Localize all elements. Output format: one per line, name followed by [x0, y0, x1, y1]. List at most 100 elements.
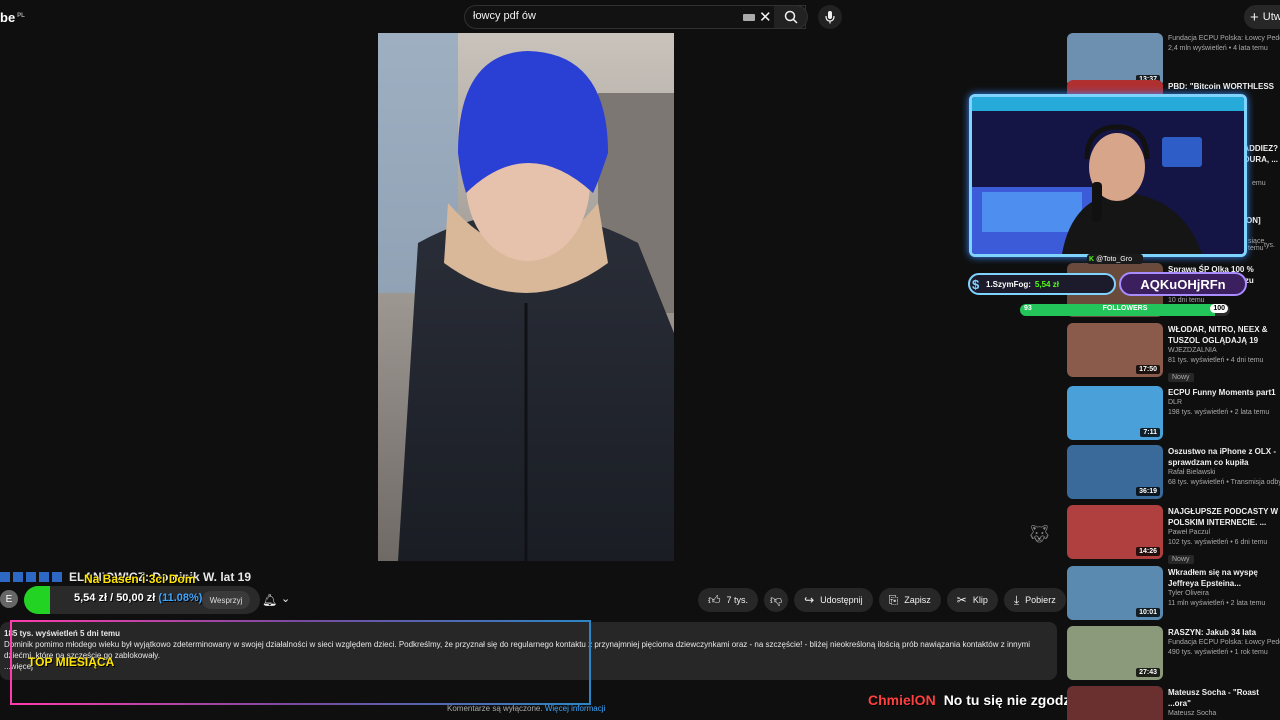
dislike-button[interactable]: 👎︎ [764, 588, 789, 612]
video-title[interactable]: WŁODAR, NITRO, NEEX & TUSZOL OGLĄDAJĄ 19… [1168, 324, 1280, 346]
youtube-logo[interactable]: be PL [0, 10, 25, 25]
overlay-code: AQKuOHjRFn [1119, 272, 1247, 296]
video-meta: 2,4 mln wyświetleń • 4 lata temu [1168, 45, 1268, 52]
partial-meta: tys. [1264, 242, 1275, 249]
share-button[interactable]: ↪ Udostępnij [794, 588, 873, 612]
webcam-frame [972, 97, 1244, 254]
video-title[interactable]: Mateusz Socha - "Roast ...ora" [1168, 687, 1280, 709]
video-meta: 11 mln wyświetleń • 2 lata temu [1168, 600, 1266, 607]
emote-icon [0, 572, 10, 582]
bell-icon[interactable]: 🔔︎ [262, 593, 277, 607]
donation-goal-fill [24, 586, 51, 614]
more-info-link[interactable]: Więcej informacji [545, 704, 605, 713]
recommended-video[interactable]: 17:50 WŁODAR, NITRO, NEEX & TUSZOL OGLĄDA… [1067, 323, 1280, 382]
video-thumbnail[interactable]: 10:01 [1067, 566, 1163, 620]
channel-name[interactable]: Fundacja ECPU Polska: Łowcy Pedofilów [1168, 638, 1280, 648]
recommended-video[interactable]: Mateusz Socha - "Roast ...ora" Mateusz So… [1067, 686, 1280, 720]
video-thumbnail[interactable]: 13:37 [1067, 33, 1163, 87]
voice-search-button[interactable] [818, 5, 842, 29]
streamer-handle: K @Toto_Gro [1087, 254, 1143, 264]
search-box[interactable]: ✕ [464, 5, 806, 29]
video-duration: 10:01 [1136, 608, 1160, 617]
video-duration: 7:11 [1140, 428, 1160, 437]
video-title[interactable]: NAJGŁUPSZE PODCASTY W POLSKIM INTERNECIE… [1168, 506, 1280, 528]
channel-avatar[interactable]: E [0, 590, 18, 608]
video-thumbnail[interactable]: 7:11 [1067, 386, 1163, 440]
support-button[interactable]: Wesprzyj [202, 591, 250, 609]
video-info: Fundacja ECPU Polska: Łowcy Pedofilów2,4… [1168, 34, 1280, 54]
video-meta: 490 tys. wyświetleń • 1 rok temu [1168, 649, 1268, 656]
video-title[interactable]: Wkradłem się na wyspę Jeffreya Epsteina.… [1168, 567, 1280, 589]
emote-icon [52, 572, 62, 582]
donation-goal-amount: 5,54 zł / 50,00 zł (11.08%) [74, 592, 203, 604]
download-icon: ⤓ [1013, 592, 1020, 607]
video-info: ECPU Funny Moments part1 DLR 198 tys. wyśw… [1168, 387, 1280, 418]
scissors-icon: ✂ [956, 593, 967, 607]
kick-icon: K [1089, 255, 1095, 263]
microphone-icon [825, 11, 835, 24]
download-button[interactable]: ⤓ Pobierz [1003, 588, 1066, 612]
video-duration: 17:50 [1136, 365, 1160, 374]
search-input[interactable] [473, 10, 733, 22]
save-button[interactable]: ⎘ Zapisz [878, 588, 941, 612]
video-title[interactable]: RASZYN: Jakub 34 lata [1168, 627, 1280, 638]
channel-name[interactable]: Tyler Oliveira [1168, 589, 1280, 599]
chat-username: ChmielON [868, 692, 936, 708]
video-thumbnail[interactable]: 36:19 [1067, 445, 1163, 499]
video-title[interactable]: ECPU Funny Moments part1 [1168, 387, 1280, 398]
streamer-webcam [969, 94, 1247, 257]
video-meta: 198 tys. wyświetleń • 2 lata temu [1168, 409, 1270, 416]
wolf-logo-icon: 🐺︎ [1028, 524, 1051, 544]
video-actions: 👍︎ 7 tys. 👎︎ ↪ Udostępnij ⎘ Zapisz ✂ Klip ⤓ P… [698, 588, 1096, 612]
chevron-down-icon[interactable]: ⌄ [281, 592, 290, 605]
new-badge: Nowy [1168, 555, 1194, 564]
plus-icon: + [1250, 8, 1259, 26]
emote-icon [39, 572, 49, 582]
video-frame [378, 33, 674, 561]
thumbs-down-icon: 👎︎ [769, 592, 783, 607]
channel-name[interactable]: Rafał Bielawski [1168, 468, 1280, 478]
recommended-video[interactable]: 10:01 Wkradłem się na wyspę Jeffreya Epst… [1067, 566, 1280, 622]
video-thumbnail[interactable]: 14:26 [1067, 505, 1163, 559]
clip-button[interactable]: ✂ Klip [946, 588, 998, 612]
share-icon: ↪ [804, 593, 815, 607]
video-thumbnail[interactable]: 27:43 [1067, 626, 1163, 680]
video-meta: 81 tys. wyświetleń • 4 dni temu [1168, 357, 1264, 364]
video-info: Oszustwo na iPhone z OLX - sprawdzam co … [1168, 446, 1280, 488]
video-meta: 102 tys. wyświetleń • 6 dni temu [1168, 539, 1268, 546]
channel-name[interactable]: WJEZDZALNIA [1168, 346, 1280, 356]
followers-goal-bar: 93 FOLLOWERS 100 [1020, 304, 1230, 316]
video-meta: 68 tys. wyświetleń • Transmisja odbyła [1168, 479, 1280, 486]
video-thumbnail[interactable] [1067, 686, 1163, 720]
thumbs-up-icon: 👍︎ [708, 592, 721, 607]
emote-icon [13, 572, 23, 582]
video-info: RASZYN: Jakub 34 lata Fundacja ECPU Polsk… [1168, 627, 1280, 658]
recommended-video[interactable]: 27:43 RASZYN: Jakub 34 lata Fundacja ECPU … [1067, 626, 1280, 682]
video-thumbnail[interactable]: 17:50 [1067, 323, 1163, 377]
like-button[interactable]: 👍︎ 7 tys. [698, 588, 759, 612]
recommended-video[interactable]: 36:19 Oszustwo na iPhone z OLX - sprawdza… [1067, 445, 1280, 501]
donation-goal-label: Na Basen i 3ci Dom [84, 572, 196, 586]
channel-name[interactable]: Fundacja ECPU Polska: Łowcy Pedofilów [1168, 34, 1280, 44]
bookmark-icon: ⎘ [888, 592, 899, 607]
partial-title: ON] [1246, 216, 1261, 225]
top-month-label: TOP MIESIĄCA [28, 655, 115, 669]
video-player[interactable] [378, 33, 674, 561]
video-duration: 14:26 [1136, 547, 1160, 556]
search-button[interactable] [774, 5, 808, 29]
channel-name[interactable]: DLR [1168, 398, 1280, 408]
video-title[interactable]: Oszustwo na iPhone z OLX - sprawdzam co … [1168, 446, 1280, 468]
video-info: Wkradłem się na wyspę Jeffreya Epsteina.… [1168, 567, 1280, 609]
recommended-video[interactable]: 14:26 NAJGŁUPSZE PODCASTY W POLSKIM INTER… [1067, 505, 1280, 564]
close-icon[interactable]: ✕ [759, 8, 772, 26]
video-duration: 27:43 [1136, 668, 1160, 677]
video-info: WŁODAR, NITRO, NEEX & TUSZOL OGLĄDAJĄ 19… [1168, 324, 1280, 384]
create-button[interactable]: + Utw [1244, 5, 1280, 29]
channel-name[interactable]: Paweł Paczul [1168, 528, 1280, 538]
recommended-video[interactable]: 7:11 ECPU Funny Moments part1 DLR 198 tys. … [1067, 386, 1280, 442]
top-donor: $1.SzymFog: 5,54 zł [968, 273, 1116, 295]
keyboard-icon[interactable] [743, 14, 755, 21]
followers-label: FOLLOWERS [1102, 305, 1148, 312]
channel-name[interactable]: Mateusz Socha [1168, 709, 1280, 719]
followers-target: 100 [1210, 304, 1228, 313]
